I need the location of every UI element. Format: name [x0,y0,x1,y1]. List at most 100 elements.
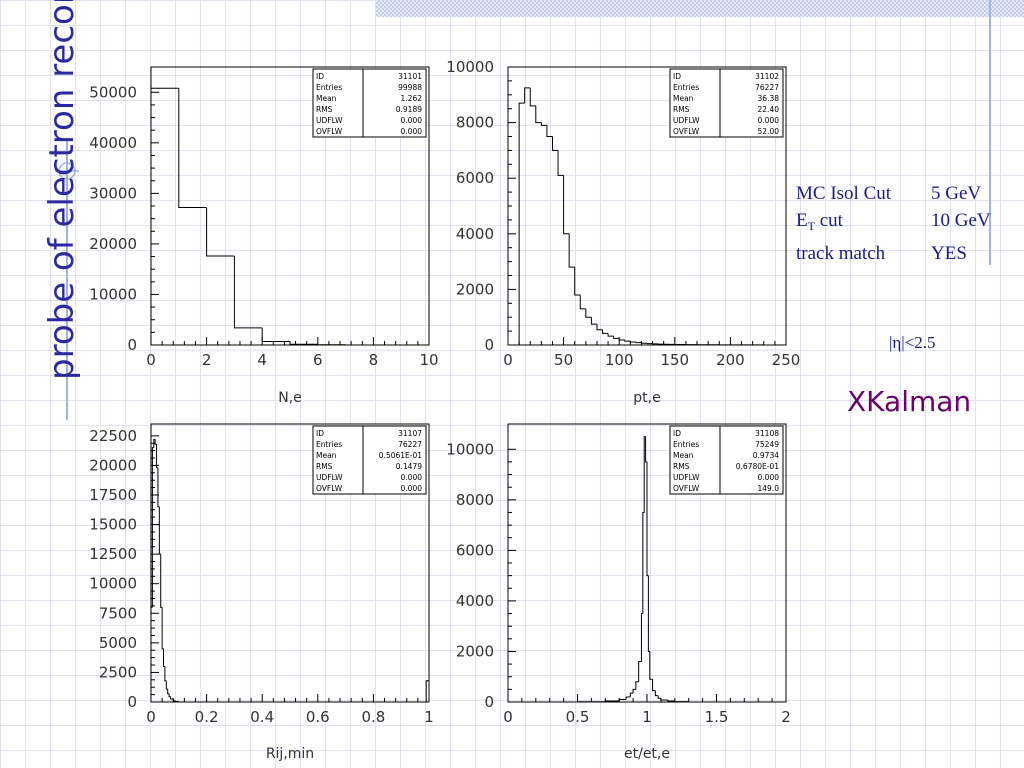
x-tick-label: 150 [660,351,689,369]
y-tick-label: 5000 [99,634,137,652]
stats-box: ID 31108 Entries 75249 Mean 0.9734 RMS 0.6780E-… [669,425,784,495]
stats-key: Mean [673,94,694,103]
y-tick-label: 20000 [89,235,137,253]
histogram-bin [161,607,164,650]
histogram-bin [647,575,650,652]
x-tick-label: 10 [419,351,438,369]
histogram-bin [233,256,263,329]
histogram-4: 0 2000 4000 6000 8000 10000 0 0.5 1 1.5 2 et/et,e ID… [446,423,791,762]
stats-key: ID [316,429,324,438]
histogram-bin [178,88,207,209]
stats-value: 31101 [398,72,422,81]
stats-key: ID [673,429,681,438]
histogram-bin [150,87,179,345]
x-tick-label: 0.8 [361,708,385,726]
stats-key: OVFLW [316,484,343,493]
stats-box: ID 31102 Entries 76227 Mean 36.38 RMS 22.40 UDFL… [669,68,784,138]
histogram-bin [640,342,647,344]
stats-value: 76227 [398,440,422,449]
y-tick-label: 2000 [456,642,494,660]
stats-key: UDFLW [316,116,343,125]
histogram-bin [206,207,235,257]
x-tick-label: 4 [257,351,267,369]
x-tick-label: 0.6 [306,708,330,726]
stats-key: OVFLW [316,127,343,136]
stats-key: UDFLW [316,473,343,482]
y-tick-label: 10000 [89,575,137,593]
x-axis-title: Rij,min [266,746,314,762]
stats-value: 0.6780E-01 [736,462,779,471]
stats-value: 0.000 [401,484,423,493]
y-tick-label: 20000 [89,456,137,474]
x-axis-title: N,e [278,390,302,406]
stats-key: Entries [316,440,342,449]
histogram-bin [574,267,581,296]
y-tick-label: 10000 [446,58,494,76]
y-tick-label: 22500 [89,427,137,445]
x-tick-label: 1.5 [705,708,729,726]
x-tick-label: 0.2 [195,708,219,726]
y-tick-label: 4000 [456,225,494,243]
stats-key: UDFLW [673,473,700,482]
x-tick-label: 0 [503,708,513,726]
histogram-bin [164,666,167,682]
histogram-2: 0 2000 4000 6000 8000 10000 0 50 100 150 200 250 pt,… [446,58,800,406]
histogram-bin [625,696,631,700]
histogram-bin [674,700,689,703]
histogram-bin [640,613,643,662]
y-tick-label: 8000 [456,114,494,132]
histogram-bin [535,105,542,124]
stats-value: 0.000 [401,473,423,482]
stats-key: OVFLW [673,484,700,493]
stats-value: 52.00 [758,127,780,136]
x-tick-label: 50 [554,351,573,369]
y-tick-label: 8000 [456,491,494,509]
histogram-bin [160,554,163,608]
histogram-bin [596,324,603,331]
x-tick-label: 0.5 [566,708,590,726]
x-axis-title: pt,e [633,390,660,406]
histogram-bin [638,661,642,682]
histogram-bin [150,606,153,702]
stats-value: 31107 [398,429,422,438]
histogram-bin [169,696,174,700]
histogram-bin [667,699,675,702]
stats-key: Entries [316,83,342,92]
stats-value: 75249 [755,440,779,449]
stats-key: Mean [316,94,337,103]
x-tick-label: 8 [369,351,379,369]
histogram-bin [546,125,553,137]
stats-key: RMS [316,105,333,114]
stats-key: ID [316,72,324,81]
histogram-bin [660,698,668,701]
x-tick-label: 0 [503,351,513,369]
histogram-panels: 010000200003000040000500000 2 4 6 8 10N,eID 31… [89,58,800,762]
y-tick-label: 6000 [456,541,494,559]
stats-value: 0.000 [401,116,423,125]
stats-value: 149.0 [758,484,780,493]
y-tick-label: 30000 [89,184,137,202]
histogram-bin [156,444,158,469]
x-tick-label: 0.4 [250,708,274,726]
histogram-bin [168,693,171,698]
histogram-bin [261,327,290,342]
stats-key: RMS [673,462,690,471]
y-tick-label: 0 [484,336,494,354]
histogram-bin [563,175,570,235]
histogram-bin [632,688,636,694]
stats-key: RMS [673,105,690,114]
stats-value: 0.000 [401,127,423,136]
histogram-bin [524,87,531,104]
histogram-bin [529,87,536,107]
histogram-bin [158,506,161,555]
y-tick-label: 2500 [99,663,137,681]
stats-value: 0.000 [758,116,780,125]
y-tick-label: 0 [127,693,137,711]
stats-value: 0.9189 [396,105,422,114]
stats-value: 99988 [398,83,422,92]
histogram-bin [618,698,627,701]
histogram-bin [602,329,609,334]
stats-value: 31108 [755,429,779,438]
stats-key: Entries [673,440,699,449]
histogram-bin [568,233,575,268]
